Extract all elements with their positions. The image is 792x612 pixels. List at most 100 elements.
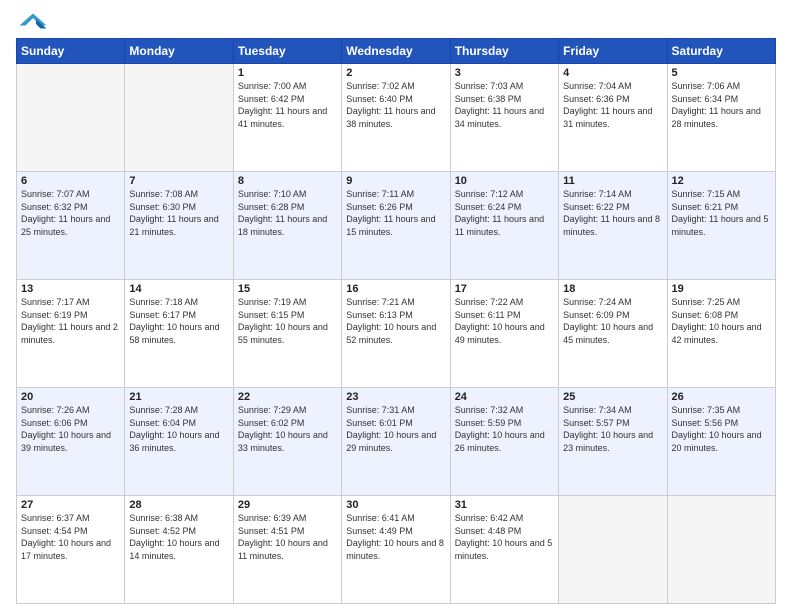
day-number: 27	[21, 499, 120, 511]
cell-info: Sunrise: 7:04 AM Sunset: 6:36 PM Dayligh…	[563, 80, 662, 130]
cell-info: Sunrise: 7:31 AM Sunset: 6:01 PM Dayligh…	[346, 404, 445, 454]
cell-info: Sunrise: 7:21 AM Sunset: 6:13 PM Dayligh…	[346, 296, 445, 346]
day-number: 8	[238, 175, 337, 187]
cell-info: Sunrise: 7:02 AM Sunset: 6:40 PM Dayligh…	[346, 80, 445, 130]
week-row-0: 1Sunrise: 7:00 AM Sunset: 6:42 PM Daylig…	[17, 64, 776, 172]
day-number: 28	[129, 499, 228, 511]
calendar-cell: 16Sunrise: 7:21 AM Sunset: 6:13 PM Dayli…	[342, 280, 450, 388]
logo-icon	[18, 12, 48, 30]
calendar-cell: 2Sunrise: 7:02 AM Sunset: 6:40 PM Daylig…	[342, 64, 450, 172]
cell-info: Sunrise: 7:28 AM Sunset: 6:04 PM Dayligh…	[129, 404, 228, 454]
day-number: 11	[563, 175, 662, 187]
day-header-monday: Monday	[125, 39, 233, 64]
calendar-cell: 27Sunrise: 6:37 AM Sunset: 4:54 PM Dayli…	[17, 496, 125, 604]
page: SundayMondayTuesdayWednesdayThursdayFrid…	[0, 0, 792, 612]
cell-info: Sunrise: 7:34 AM Sunset: 5:57 PM Dayligh…	[563, 404, 662, 454]
header-row: SundayMondayTuesdayWednesdayThursdayFrid…	[17, 39, 776, 64]
calendar-table: SundayMondayTuesdayWednesdayThursdayFrid…	[16, 38, 776, 604]
day-number: 29	[238, 499, 337, 511]
cell-info: Sunrise: 7:22 AM Sunset: 6:11 PM Dayligh…	[455, 296, 554, 346]
calendar-cell: 26Sunrise: 7:35 AM Sunset: 5:56 PM Dayli…	[667, 388, 775, 496]
calendar-cell: 9Sunrise: 7:11 AM Sunset: 6:26 PM Daylig…	[342, 172, 450, 280]
day-number: 25	[563, 391, 662, 403]
day-number: 24	[455, 391, 554, 403]
calendar-cell: 6Sunrise: 7:07 AM Sunset: 6:32 PM Daylig…	[17, 172, 125, 280]
calendar-cell: 15Sunrise: 7:19 AM Sunset: 6:15 PM Dayli…	[233, 280, 341, 388]
day-number: 5	[672, 67, 771, 79]
calendar-cell: 4Sunrise: 7:04 AM Sunset: 6:36 PM Daylig…	[559, 64, 667, 172]
calendar-cell	[17, 64, 125, 172]
cell-info: Sunrise: 7:32 AM Sunset: 5:59 PM Dayligh…	[455, 404, 554, 454]
week-row-2: 13Sunrise: 7:17 AM Sunset: 6:19 PM Dayli…	[17, 280, 776, 388]
cell-info: Sunrise: 7:25 AM Sunset: 6:08 PM Dayligh…	[672, 296, 771, 346]
cell-info: Sunrise: 7:11 AM Sunset: 6:26 PM Dayligh…	[346, 188, 445, 238]
day-number: 18	[563, 283, 662, 295]
day-header-friday: Friday	[559, 39, 667, 64]
day-number: 2	[346, 67, 445, 79]
cell-info: Sunrise: 7:19 AM Sunset: 6:15 PM Dayligh…	[238, 296, 337, 346]
calendar-cell: 25Sunrise: 7:34 AM Sunset: 5:57 PM Dayli…	[559, 388, 667, 496]
calendar-cell: 28Sunrise: 6:38 AM Sunset: 4:52 PM Dayli…	[125, 496, 233, 604]
cell-info: Sunrise: 7:08 AM Sunset: 6:30 PM Dayligh…	[129, 188, 228, 238]
day-number: 13	[21, 283, 120, 295]
day-number: 20	[21, 391, 120, 403]
calendar-cell: 7Sunrise: 7:08 AM Sunset: 6:30 PM Daylig…	[125, 172, 233, 280]
calendar-cell: 10Sunrise: 7:12 AM Sunset: 6:24 PM Dayli…	[450, 172, 558, 280]
day-number: 17	[455, 283, 554, 295]
cell-info: Sunrise: 7:00 AM Sunset: 6:42 PM Dayligh…	[238, 80, 337, 130]
cell-info: Sunrise: 7:12 AM Sunset: 6:24 PM Dayligh…	[455, 188, 554, 238]
day-number: 1	[238, 67, 337, 79]
calendar-cell: 31Sunrise: 6:42 AM Sunset: 4:48 PM Dayli…	[450, 496, 558, 604]
day-number: 4	[563, 67, 662, 79]
cell-info: Sunrise: 7:06 AM Sunset: 6:34 PM Dayligh…	[672, 80, 771, 130]
day-number: 10	[455, 175, 554, 187]
calendar-cell: 14Sunrise: 7:18 AM Sunset: 6:17 PM Dayli…	[125, 280, 233, 388]
day-number: 7	[129, 175, 228, 187]
day-header-thursday: Thursday	[450, 39, 558, 64]
calendar-cell: 5Sunrise: 7:06 AM Sunset: 6:34 PM Daylig…	[667, 64, 775, 172]
cell-info: Sunrise: 7:35 AM Sunset: 5:56 PM Dayligh…	[672, 404, 771, 454]
day-number: 12	[672, 175, 771, 187]
cell-info: Sunrise: 7:10 AM Sunset: 6:28 PM Dayligh…	[238, 188, 337, 238]
day-number: 19	[672, 283, 771, 295]
calendar-cell: 11Sunrise: 7:14 AM Sunset: 6:22 PM Dayli…	[559, 172, 667, 280]
cell-info: Sunrise: 7:03 AM Sunset: 6:38 PM Dayligh…	[455, 80, 554, 130]
day-number: 6	[21, 175, 120, 187]
calendar-cell: 17Sunrise: 7:22 AM Sunset: 6:11 PM Dayli…	[450, 280, 558, 388]
calendar-cell: 30Sunrise: 6:41 AM Sunset: 4:49 PM Dayli…	[342, 496, 450, 604]
day-header-sunday: Sunday	[17, 39, 125, 64]
calendar-cell: 21Sunrise: 7:28 AM Sunset: 6:04 PM Dayli…	[125, 388, 233, 496]
calendar-cell: 23Sunrise: 7:31 AM Sunset: 6:01 PM Dayli…	[342, 388, 450, 496]
cell-info: Sunrise: 7:15 AM Sunset: 6:21 PM Dayligh…	[672, 188, 771, 238]
cell-info: Sunrise: 7:26 AM Sunset: 6:06 PM Dayligh…	[21, 404, 120, 454]
calendar-cell: 3Sunrise: 7:03 AM Sunset: 6:38 PM Daylig…	[450, 64, 558, 172]
calendar-cell: 20Sunrise: 7:26 AM Sunset: 6:06 PM Dayli…	[17, 388, 125, 496]
day-number: 31	[455, 499, 554, 511]
logo	[16, 12, 48, 30]
cell-info: Sunrise: 6:39 AM Sunset: 4:51 PM Dayligh…	[238, 512, 337, 562]
day-number: 16	[346, 283, 445, 295]
calendar-cell: 24Sunrise: 7:32 AM Sunset: 5:59 PM Dayli…	[450, 388, 558, 496]
calendar-cell: 1Sunrise: 7:00 AM Sunset: 6:42 PM Daylig…	[233, 64, 341, 172]
week-row-1: 6Sunrise: 7:07 AM Sunset: 6:32 PM Daylig…	[17, 172, 776, 280]
cell-info: Sunrise: 6:37 AM Sunset: 4:54 PM Dayligh…	[21, 512, 120, 562]
calendar-cell	[667, 496, 775, 604]
calendar-cell	[559, 496, 667, 604]
header	[16, 12, 776, 30]
calendar-cell: 19Sunrise: 7:25 AM Sunset: 6:08 PM Dayli…	[667, 280, 775, 388]
calendar-cell: 8Sunrise: 7:10 AM Sunset: 6:28 PM Daylig…	[233, 172, 341, 280]
cell-info: Sunrise: 7:07 AM Sunset: 6:32 PM Dayligh…	[21, 188, 120, 238]
day-number: 15	[238, 283, 337, 295]
calendar-cell: 12Sunrise: 7:15 AM Sunset: 6:21 PM Dayli…	[667, 172, 775, 280]
cell-info: Sunrise: 7:17 AM Sunset: 6:19 PM Dayligh…	[21, 296, 120, 346]
calendar-cell: 18Sunrise: 7:24 AM Sunset: 6:09 PM Dayli…	[559, 280, 667, 388]
day-number: 9	[346, 175, 445, 187]
day-number: 14	[129, 283, 228, 295]
day-number: 22	[238, 391, 337, 403]
day-number: 26	[672, 391, 771, 403]
day-number: 30	[346, 499, 445, 511]
day-header-wednesday: Wednesday	[342, 39, 450, 64]
day-header-tuesday: Tuesday	[233, 39, 341, 64]
week-row-3: 20Sunrise: 7:26 AM Sunset: 6:06 PM Dayli…	[17, 388, 776, 496]
week-row-4: 27Sunrise: 6:37 AM Sunset: 4:54 PM Dayli…	[17, 496, 776, 604]
